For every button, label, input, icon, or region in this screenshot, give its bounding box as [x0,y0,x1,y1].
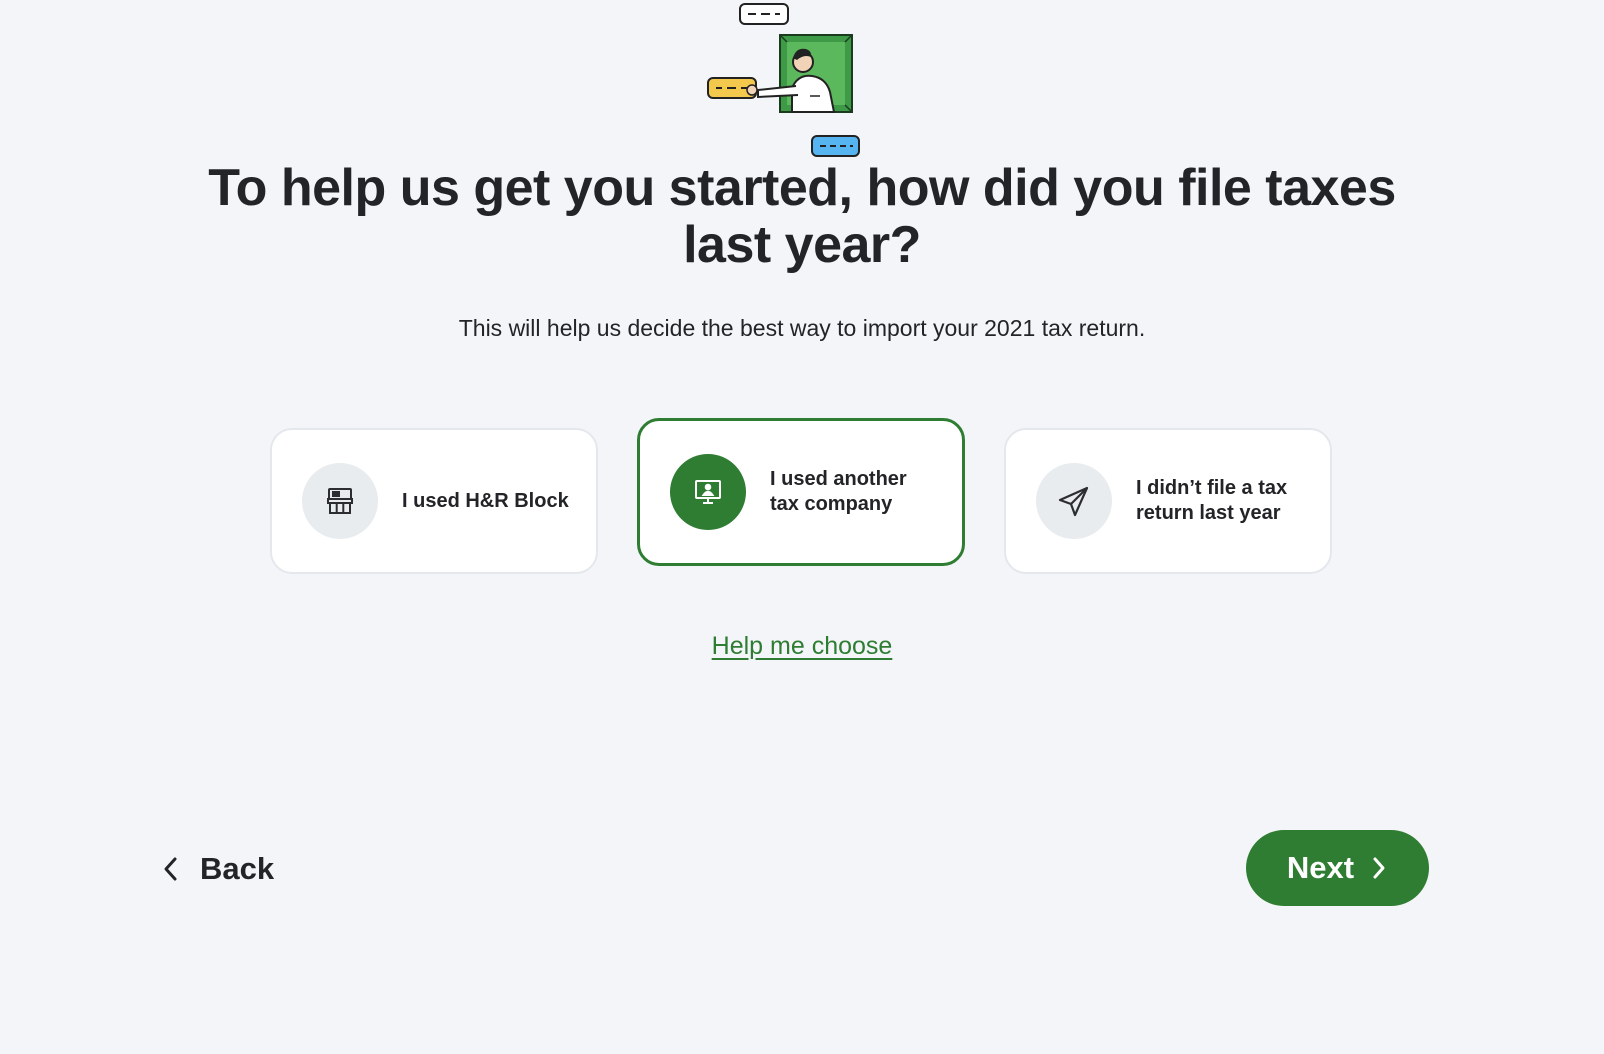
option-label: I didn’t file a tax return last year [1136,477,1288,524]
help-me-choose-link[interactable]: Help me choose [700,630,904,662]
next-label: Next [1286,850,1355,885]
option-label: I used another tax company [770,468,907,515]
storefront-icon [302,463,378,539]
chevron-right-icon [1373,857,1385,879]
paper-plane-icon [1036,463,1112,539]
page-title: To help us get you started, how did you … [208,159,1396,274]
tax-filing-illustration [707,3,860,157]
back-label: Back [200,851,275,886]
page-subtitle: This will help us decide the best way to… [458,315,1146,341]
next-button[interactable]: Next [1246,830,1429,906]
chevron-left-icon [164,857,177,881]
option-card-another-company[interactable]: I used another tax company [637,418,965,566]
back-button[interactable]: Back [160,845,274,893]
option-card-did-not-file[interactable]: I didn’t file a tax return last year [1004,428,1332,574]
computer-monitor-person-icon [670,454,746,530]
option-card-hr-block[interactable]: I used H&R Block [270,428,598,574]
option-label: I used H&R Block [402,489,569,512]
